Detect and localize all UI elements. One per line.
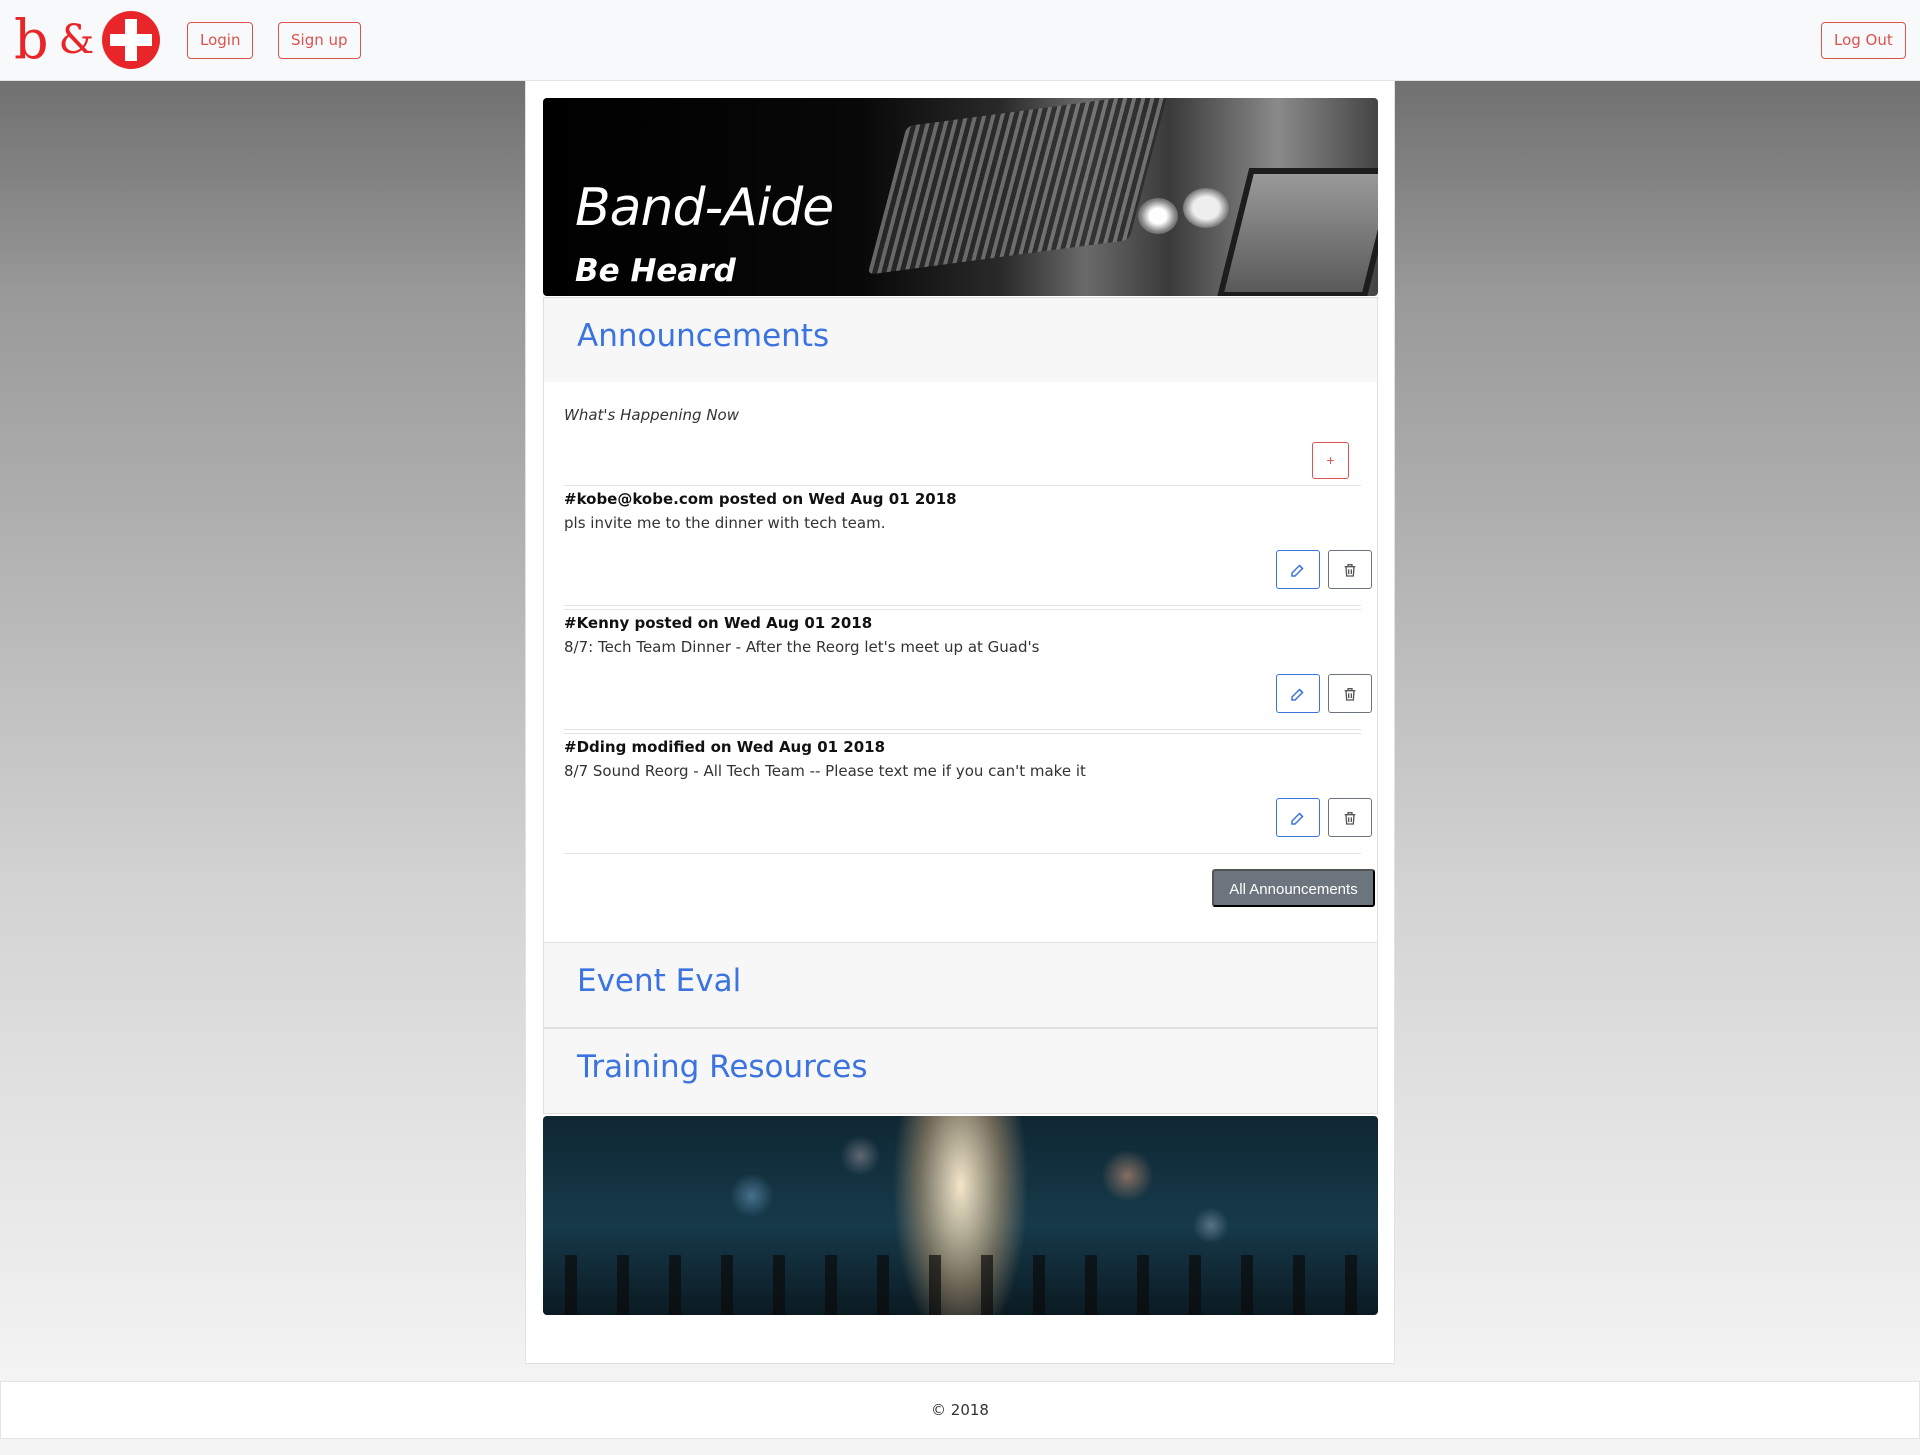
login-button[interactable]: Login xyxy=(187,22,254,59)
trash-icon xyxy=(1344,563,1356,577)
logo-ampersand: & xyxy=(58,17,95,63)
logout-button[interactable]: Log Out xyxy=(1821,22,1906,59)
footer: © 2018 xyxy=(0,1381,1920,1439)
announcement-header: #Dding modified on Wed Aug 01 2018 xyxy=(564,738,886,756)
divider xyxy=(564,853,1361,854)
announcement-text: pls invite me to the dinner with tech te… xyxy=(564,514,886,532)
announcement-text: 8/7 Sound Reorg - All Tech Team -- Pleas… xyxy=(564,762,1086,780)
edit-icon xyxy=(1291,687,1304,701)
edit-icon xyxy=(1291,563,1304,577)
divider xyxy=(564,609,1361,610)
announcements-header[interactable]: Announcements xyxy=(543,297,1378,383)
training-resources-header[interactable]: Training Resources xyxy=(543,1028,1378,1114)
trash-icon xyxy=(1344,811,1356,825)
divider xyxy=(564,729,1361,730)
announcement-header: #kobe@kobe.com posted on Wed Aug 01 2018 xyxy=(564,490,957,508)
announcements-subheading: What's Happening Now xyxy=(564,406,739,424)
hero-banner: Band-Aide Be Heard xyxy=(543,98,1378,296)
brand-logo[interactable]: b & xyxy=(14,8,161,71)
announcement-header: #Kenny posted on Wed Aug 01 2018 xyxy=(564,614,873,632)
main-container: Band-Aide Be Heard Announcements What's … xyxy=(525,81,1395,1364)
announcement-text: 8/7: Tech Team Dinner - After the Reorg … xyxy=(564,638,1040,656)
delete-button[interactable] xyxy=(1328,550,1372,589)
divider xyxy=(564,733,1361,734)
all-announcements-button[interactable]: All Announcements xyxy=(1212,869,1375,907)
hero-subtitle: Be Heard xyxy=(575,253,736,289)
event-eval-header[interactable]: Event Eval xyxy=(543,942,1378,1028)
stage-lights-image xyxy=(543,1116,1378,1315)
red-cross-icon xyxy=(102,11,161,69)
event-eval-heading[interactable]: Event Eval xyxy=(577,963,741,999)
announcements-heading[interactable]: Announcements xyxy=(577,318,829,354)
signup-button[interactable]: Sign up xyxy=(278,22,361,59)
trash-icon xyxy=(1344,687,1356,701)
add-announcement-button[interactable]: + xyxy=(1312,442,1349,479)
edit-icon xyxy=(1291,811,1304,825)
divider xyxy=(564,605,1361,606)
mixing-desk-image xyxy=(867,98,1169,275)
logo-letter: b xyxy=(14,8,49,71)
edit-button[interactable] xyxy=(1276,674,1320,713)
copyright-text: © 2018 xyxy=(931,1401,989,1419)
delete-button[interactable] xyxy=(1328,674,1372,713)
training-resources-heading[interactable]: Training Resources xyxy=(577,1049,868,1085)
announcements-body: What's Happening Now + #kobe@kobe.com po… xyxy=(543,382,1378,942)
edit-button[interactable] xyxy=(1276,798,1320,837)
delete-button[interactable] xyxy=(1328,798,1372,837)
navbar: b & Login Sign up Log Out xyxy=(0,0,1920,81)
edit-button[interactable] xyxy=(1276,550,1320,589)
hero-title: Band-Aide xyxy=(575,178,834,238)
divider xyxy=(564,485,1361,486)
laptop-image xyxy=(1216,168,1378,296)
